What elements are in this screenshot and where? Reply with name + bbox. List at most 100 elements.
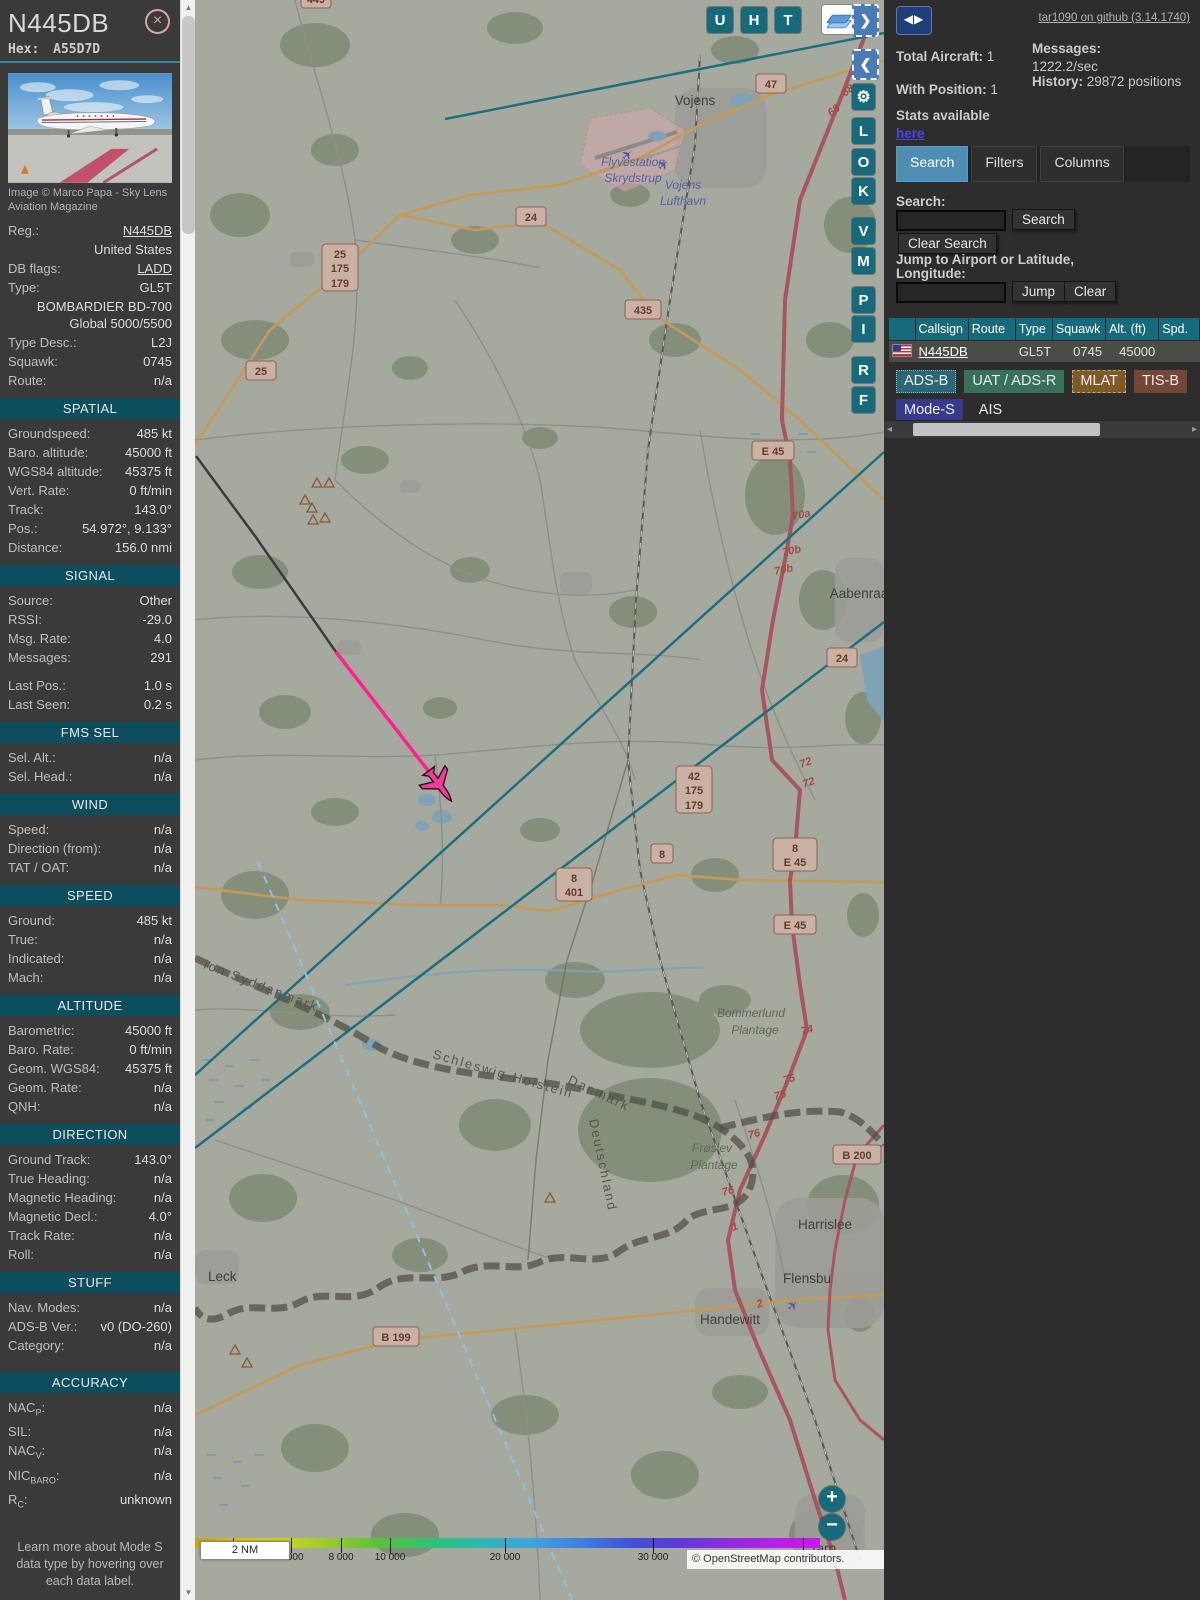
data-row: QNH: n/a — [0, 1097, 180, 1116]
scroll-up-icon[interactable]: ▲ — [181, 0, 196, 15]
clear-search-button[interactable]: Clear Search — [898, 233, 997, 254]
data-row-label: RSSI: — [8, 611, 42, 627]
github-version-link[interactable]: tar1090 on github (3.14.1740) — [1038, 12, 1190, 24]
map-button-t[interactable]: T — [775, 7, 801, 33]
map-button-m[interactable]: M — [852, 248, 875, 274]
hscroll-left-icon[interactable]: ◂ — [887, 424, 892, 435]
data-row-label: NACV: — [8, 1443, 46, 1461]
data-row-value: n/a — [153, 821, 172, 837]
badge-tisb[interactable]: TIS-B — [1134, 370, 1188, 393]
data-row-value[interactable]: LADD — [61, 260, 172, 277]
jump-input[interactable] — [896, 282, 1006, 303]
data-row: True: n/a — [0, 930, 180, 949]
section-header: SIGNAL — [0, 564, 180, 586]
column-header-Spd.[interactable]: Spd. — [1159, 318, 1200, 340]
aircraft-table-row[interactable]: N445DB GL5T 0745 45000 — [889, 341, 1200, 362]
map-button-l[interactable]: L — [852, 118, 875, 144]
map-button-k[interactable]: K — [852, 178, 875, 204]
data-row: DB flags: LADD — [0, 259, 180, 278]
badge-ais[interactable]: AIS — [971, 399, 1010, 422]
panel-width-toggle-icon[interactable]: ◀▶ — [896, 6, 932, 35]
badge-modes[interactable]: Mode-S — [896, 398, 963, 421]
column-header-Callsign[interactable]: Callsign — [915, 318, 968, 340]
legend-tick-label: 20 000 — [489, 1552, 521, 1563]
map-button-h[interactable]: H — [741, 7, 767, 33]
badge-mlat[interactable]: MLAT — [1072, 370, 1126, 393]
infoblock-scrollbar[interactable]: ▲ ▼ — [180, 0, 196, 1600]
scroll-down-icon[interactable]: ▼ — [181, 1585, 196, 1600]
data-row-value: 0.2 s — [143, 696, 172, 712]
map-button-o[interactable]: O — [852, 149, 875, 175]
aircraft-hex: Hex: A55D7D — [8, 42, 101, 57]
data-row-label: Source: — [8, 592, 53, 608]
jump-button[interactable]: Jump — [1012, 281, 1066, 302]
data-row-label: Roll: — [8, 1246, 35, 1262]
data-row-value[interactable]: N445DB — [39, 222, 172, 239]
road-badge: 401 — [565, 887, 583, 899]
stats-here-link[interactable]: here — [896, 126, 925, 141]
data-row: Sel. Alt.: n/a — [0, 748, 180, 767]
hscroll-right-icon[interactable]: ▸ — [1192, 424, 1197, 435]
settings-gear-button[interactable]: ⚙ — [852, 84, 875, 110]
infoblock-scrollbar-thumb[interactable] — [182, 16, 195, 234]
data-row-label: SIL: — [8, 1424, 32, 1440]
data-row-label: NACP: — [8, 1399, 46, 1418]
map-button-f[interactable]: F — [852, 387, 875, 413]
data-row-value: 0 ft/min — [129, 1041, 172, 1057]
map-button-r[interactable]: R — [852, 357, 875, 383]
layers-button[interactable] — [822, 5, 853, 34]
data-row-value: n/a — [153, 1098, 172, 1114]
column-header-Route[interactable]: Route — [968, 318, 1015, 340]
tab-columns[interactable]: Columns — [1040, 146, 1124, 182]
expand-panel-button[interactable]: ❯ — [852, 4, 879, 37]
column-header-Squawk[interactable]: Squawk — [1052, 318, 1106, 340]
road-badge: 435 — [634, 305, 652, 317]
map-button-v[interactable]: V — [852, 218, 875, 244]
callsign-link[interactable]: N445DB — [919, 344, 968, 359]
legend-tick — [505, 1538, 506, 1553]
jump-label2: Longitude: — [896, 266, 966, 281]
section-header: SPEED — [0, 884, 180, 906]
data-row-value: n/a — [153, 950, 172, 966]
badge-adsb[interactable]: ADS-B — [896, 370, 957, 393]
badge-uat[interactable]: UAT / ADS-R — [964, 370, 1065, 393]
data-row: Baro. Rate: 0 ft/min — [0, 1040, 180, 1059]
infoblock-footer-note: Learn more about Mode S data type by hov… — [16, 1539, 164, 1588]
search-button[interactable]: Search — [1012, 209, 1075, 230]
section-header: DIRECTION — [0, 1123, 180, 1145]
data-row-value: n/a — [153, 1299, 172, 1315]
map-canvas[interactable]: ✈ ✈ ✈ Vojens Flyvestation Skrydstrup Voj… — [195, 0, 884, 1600]
map-button-u[interactable]: U — [707, 7, 733, 33]
column-header-Alt. (ft)[interactable]: Alt. (ft) — [1106, 318, 1159, 340]
map-label-vojens: Vojens — [675, 93, 716, 108]
data-row: United States — [0, 240, 180, 259]
map-button-p[interactable]: P — [852, 287, 875, 313]
altitude-cell: 45000 — [1119, 344, 1156, 359]
collapse-panel-button[interactable]: ❮ — [852, 49, 879, 80]
panel-horizontal-scrollbar[interactable]: ◂ ▸ — [884, 420, 1200, 438]
hscroll-thumb[interactable] — [913, 423, 1100, 436]
zoom-out-button[interactable]: − — [819, 1514, 845, 1540]
map-label-froeslev: Plantage — [690, 1158, 738, 1172]
map-button-i[interactable]: I — [852, 316, 875, 342]
squawk-cell: 0745 — [1073, 344, 1103, 359]
column-header-flag[interactable] — [889, 318, 915, 340]
tab-search[interactable]: Search — [896, 146, 969, 182]
road-badge: 449 — [307, 0, 325, 6]
data-row-label: Baro. Rate: — [8, 1041, 74, 1057]
infoblock-header: N445DB Hex: A55D7D × — [0, 0, 180, 63]
column-header-Type[interactable]: Type — [1015, 318, 1052, 340]
data-row-value: n/a — [153, 1337, 172, 1353]
zoom-in-button[interactable]: + — [819, 1486, 845, 1512]
layers-icon — [825, 13, 852, 28]
jump-clear-button[interactable]: Clear — [1064, 281, 1117, 302]
tab-filters[interactable]: Filters — [971, 146, 1038, 182]
data-row-label: QNH: — [8, 1098, 41, 1114]
map-label-airport: Vojens — [665, 178, 701, 192]
map[interactable]: ✈ ✈ ✈ Vojens Flyvestation Skrydstrup Voj… — [195, 0, 884, 1600]
data-row-value: n/a — [153, 1227, 172, 1243]
map-attribution[interactable]: © OpenStreetMap contributors. — [687, 1550, 884, 1569]
section-header: STUFF — [0, 1271, 180, 1293]
close-icon[interactable]: × — [145, 9, 170, 34]
search-input[interactable] — [896, 210, 1006, 231]
